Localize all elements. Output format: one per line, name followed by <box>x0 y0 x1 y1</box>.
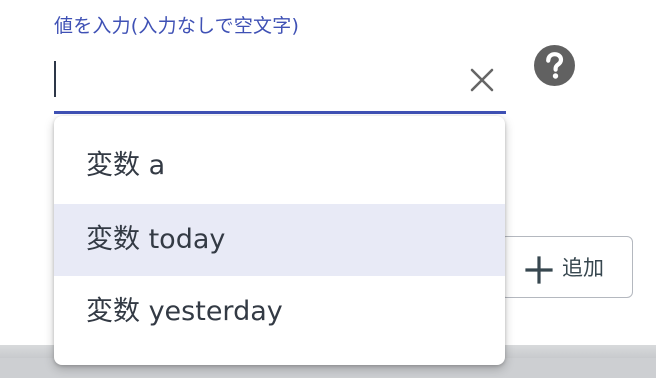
option-variable-a[interactable]: 変数 a <box>54 130 505 202</box>
add-button-label: 追加 <box>562 256 604 280</box>
plus-icon <box>525 256 553 284</box>
help-icon[interactable] <box>534 45 575 86</box>
field-label: 値を入力(入力なしで空文字) <box>54 15 300 37</box>
add-button[interactable]: 追加 <box>500 236 633 298</box>
text-caret <box>54 61 56 97</box>
option-variable-today[interactable]: 変数 today <box>54 204 505 276</box>
field-underline <box>54 111 506 114</box>
value-input[interactable] <box>58 60 458 98</box>
autocomplete-dropdown: 変数 a 変数 today 変数 yesterday <box>54 116 505 365</box>
close-icon[interactable] <box>466 64 498 96</box>
option-variable-yesterday[interactable]: 変数 yesterday <box>54 276 505 348</box>
